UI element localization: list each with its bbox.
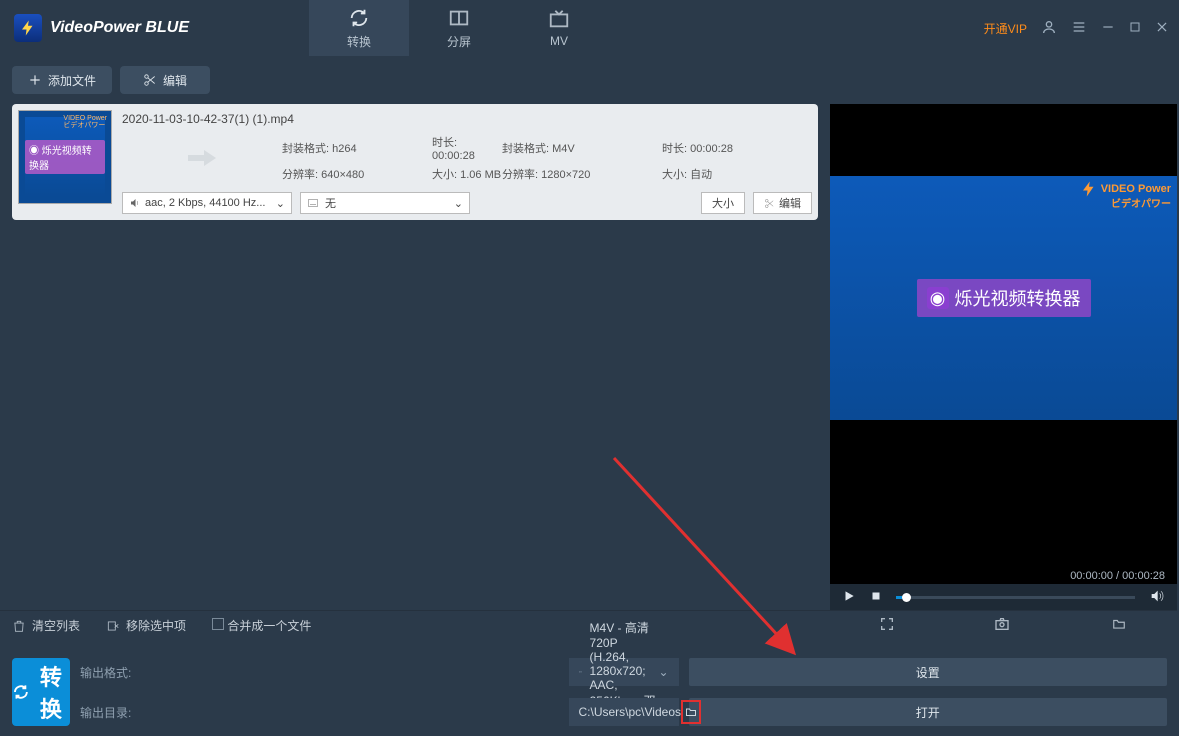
menu-icon[interactable] — [1071, 19, 1087, 38]
preview-pane: ◉ 烁光视频转换器 VIDEO Power ビデオパワー 00:00:00 / … — [830, 104, 1177, 610]
src-duration: 时长: 00:00:28 — [432, 134, 502, 162]
src-size: 大小: 1.06 MB — [432, 166, 502, 182]
item-edit-button[interactable]: 编辑 — [753, 192, 812, 214]
dst-resolution: 分辨率: 1280×720 — [502, 166, 662, 182]
play-button[interactable] — [842, 589, 856, 606]
player-controls — [830, 584, 1177, 610]
subtitle-icon — [307, 197, 319, 209]
output-settings: 输出格式: M4V - 高清720P (H.264, 1280x720; AAC… — [0, 640, 1179, 736]
merge-checkbox[interactable]: 合并成一个文件 — [212, 617, 311, 634]
open-folder-button[interactable] — [1110, 617, 1128, 634]
file-details: 2020-11-03-10-42-37(1) (1).mp4 封装格式: h26… — [122, 110, 812, 214]
checkbox-icon — [212, 618, 224, 630]
settings-button[interactable]: 设置 — [689, 658, 1168, 686]
speaker-icon — [129, 197, 141, 209]
bolt-icon — [1080, 180, 1098, 198]
trash-icon — [12, 619, 26, 633]
refresh-icon — [12, 679, 30, 705]
preview-video[interactable]: ◉ 烁光视频转换器 — [830, 176, 1177, 420]
scissors-icon — [143, 73, 157, 87]
main-tabs: 转换 分屏 MV — [309, 0, 609, 56]
app-logo: VideoPower BLUE — [0, 14, 189, 42]
thumb-brand-icon: VIDEO Powerビデオパワー — [63, 115, 107, 129]
stop-button[interactable] — [870, 590, 882, 605]
output-format-label: 输出格式: — [80, 664, 559, 681]
chevron-down-icon: ⌄ — [276, 197, 285, 210]
content-area: ◉ 烁光视频转换器 VIDEO Powerビデオパワー 2020-11-03-1… — [0, 104, 1179, 610]
titlebar: VideoPower BLUE 转换 分屏 MV 开通VIP — [0, 0, 1179, 56]
size-button[interactable]: 大小 — [701, 192, 745, 214]
window-controls: 开通VIP — [984, 19, 1179, 38]
close-icon[interactable] — [1155, 20, 1169, 37]
thumbnail[interactable]: ◉ 烁光视频转换器 VIDEO Powerビデオパワー — [18, 110, 112, 204]
bolt-icon — [14, 14, 42, 42]
dst-size: 大小: 自动 — [662, 166, 812, 182]
tab-mv[interactable]: MV — [509, 0, 609, 56]
audio-track-select[interactable]: aac, 2 Kbps, 44100 Hz... ⌄ — [122, 192, 292, 214]
user-icon[interactable] — [1041, 19, 1057, 38]
list-operations: 清空列表 移除选中项 合并成一个文件 — [0, 610, 830, 640]
src-resolution: 分辨率: 640×480 — [282, 166, 432, 182]
output-dir-field[interactable]: C:\Users\pc\Videos — [569, 698, 679, 726]
preview-brand: VIDEO Power ビデオパワー — [1080, 180, 1171, 210]
scissors-icon — [764, 198, 775, 209]
open-button[interactable]: 打开 — [689, 698, 1168, 726]
add-file-button[interactable]: 添加文件 — [12, 66, 112, 94]
seek-bar[interactable] — [896, 596, 1135, 599]
volume-button[interactable] — [1149, 588, 1165, 607]
preview-overlay: ◉ 烁光视频转换器 — [917, 279, 1091, 317]
tab-split[interactable]: 分屏 — [409, 0, 509, 56]
fullscreen-button[interactable] — [879, 616, 895, 635]
clear-list-button[interactable]: 清空列表 — [12, 617, 80, 634]
chevron-down-icon: ⌄ — [658, 665, 668, 679]
film-icon — [579, 666, 582, 678]
file-name: 2020-11-03-10-42-37(1) (1).mp4 — [122, 112, 812, 126]
preview-operations — [830, 610, 1177, 640]
file-list: ◉ 烁光视频转换器 VIDEO Powerビデオパワー 2020-11-03-1… — [0, 104, 830, 610]
tv-icon — [548, 8, 570, 30]
dst-format: 封装格式: M4V — [502, 140, 662, 156]
subtitle-select[interactable]: 无 ⌄ — [300, 192, 470, 214]
edit-button[interactable]: 编辑 — [120, 66, 210, 94]
remove-icon — [106, 619, 120, 633]
split-icon — [448, 7, 470, 29]
browse-folder-button[interactable] — [681, 700, 701, 724]
thumb-overlay: ◉ 烁光视频转换器 — [25, 140, 105, 174]
app-name: VideoPower BLUE — [50, 19, 189, 37]
file-item[interactable]: ◉ 烁光视频转换器 VIDEO Powerビデオパワー 2020-11-03-1… — [12, 104, 818, 220]
arrow-icon — [122, 149, 282, 167]
convert-button[interactable]: 转换 — [12, 658, 70, 726]
src-format: 封装格式: h264 — [282, 140, 432, 156]
output-format-select[interactable]: M4V - 高清720P (H.264, 1280x720; AAC, 256K… — [569, 658, 679, 686]
remove-selected-button[interactable]: 移除选中项 — [106, 617, 186, 634]
maximize-icon[interactable] — [1129, 21, 1141, 36]
snapshot-button[interactable] — [993, 616, 1011, 635]
minimize-icon[interactable] — [1101, 20, 1115, 37]
refresh-icon — [348, 7, 370, 29]
toolbar: 添加文件 编辑 — [0, 56, 1179, 104]
tab-convert[interactable]: 转换 — [309, 0, 409, 56]
dst-duration: 时长: 00:00:28 — [662, 140, 812, 156]
vip-link[interactable]: 开通VIP — [984, 20, 1027, 37]
preview-time: 00:00:00 / 00:00:28 — [1070, 570, 1165, 582]
plus-icon — [28, 73, 42, 87]
chevron-down-icon: ⌄ — [454, 197, 463, 210]
folder-icon — [683, 706, 699, 718]
